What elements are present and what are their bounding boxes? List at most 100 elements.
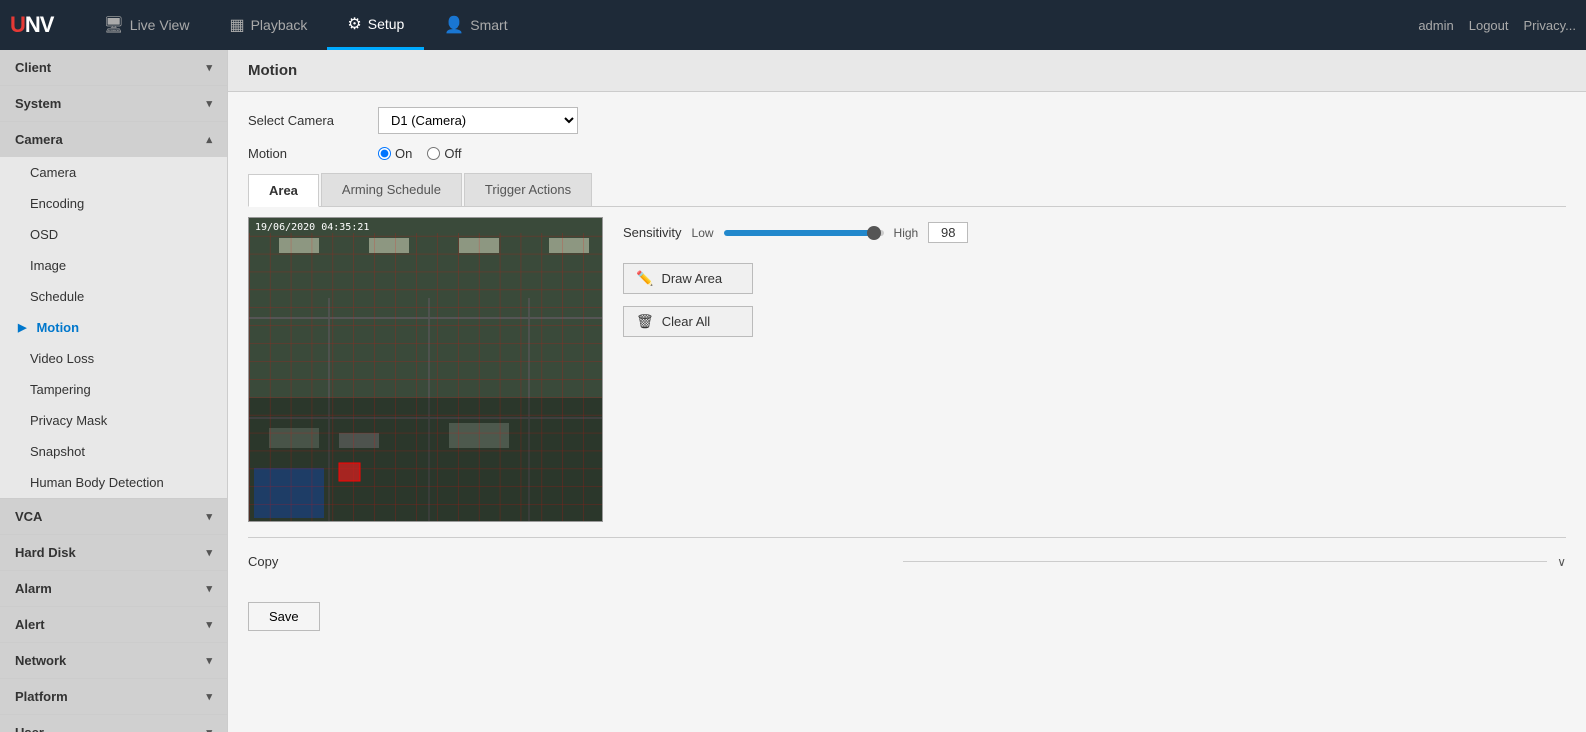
controls-panel: Sensitivity Low High 98 ✏️ Draw Area 🗑 xyxy=(623,217,1566,349)
sidebar-item-motion[interactable]: ▶ Motion xyxy=(0,312,227,343)
sidebar-section-vca: VCA ▾ xyxy=(0,499,227,535)
chevron-up-icon: ▴ xyxy=(206,133,212,146)
sidebar-item-schedule[interactable]: Schedule xyxy=(0,281,227,312)
sidebar-item-video-loss[interactable]: Video Loss xyxy=(0,343,227,374)
motion-off-text: Off xyxy=(444,146,461,161)
motion-on-text: On xyxy=(395,146,412,161)
sidebar-section-alarm-header[interactable]: Alarm ▾ xyxy=(0,571,227,606)
sidebar-vca-label: VCA xyxy=(15,509,42,524)
sidebar-section-alert: Alert ▾ xyxy=(0,607,227,643)
tab-trigger-actions[interactable]: Trigger Actions xyxy=(464,173,592,206)
nav-setup-label: Setup xyxy=(368,16,405,32)
nav-playback-label: Playback xyxy=(251,17,308,33)
nav-items: 🖥 Live View ▦ Playback ⚙ Setup 👤 Smart xyxy=(83,0,1418,50)
save-row: Save xyxy=(248,587,1566,631)
nav-smart[interactable]: 👤 Smart xyxy=(424,0,527,50)
sidebar-section-client-header[interactable]: Client ▾ xyxy=(0,50,227,85)
sidebar-item-human-body[interactable]: Human Body Detection xyxy=(0,467,227,498)
sensitivity-slider[interactable] xyxy=(724,230,884,236)
admin-label: admin xyxy=(1418,18,1453,33)
select-camera-label: Select Camera xyxy=(248,113,368,128)
motion-toggle-row: Motion On Off xyxy=(248,146,1566,161)
sidebar-item-image[interactable]: Image xyxy=(0,250,227,281)
tab-arming-label: Arming Schedule xyxy=(342,182,441,197)
nav-setup[interactable]: ⚙ Setup xyxy=(327,0,424,50)
sidebar-osd-label: OSD xyxy=(30,227,58,242)
sidebar-section-camera-header[interactable]: Camera ▴ xyxy=(0,122,227,157)
logout-button[interactable]: Logout xyxy=(1469,18,1509,33)
privacy-button[interactable]: Privacy... xyxy=(1524,18,1577,33)
draw-area-button[interactable]: ✏️ Draw Area xyxy=(623,263,753,294)
sidebar-camera-item-label: Camera xyxy=(30,165,76,180)
tab-arming-schedule[interactable]: Arming Schedule xyxy=(321,173,462,206)
copy-row[interactable]: Copy ∨ xyxy=(248,548,1566,575)
low-label: Low xyxy=(692,226,714,240)
video-background: 19/06/2020 04:35:21 xyxy=(249,218,602,521)
nav-live-view[interactable]: 🖥 Live View xyxy=(83,0,209,50)
motion-off-label[interactable]: Off xyxy=(427,146,461,161)
high-label: High xyxy=(894,226,919,240)
copy-label: Copy xyxy=(248,554,893,569)
content-body: Select Camera D1 (Camera) D2 D3 D4 Motio… xyxy=(228,92,1586,646)
sidebar-item-camera[interactable]: Camera xyxy=(0,157,227,188)
chevron-down-icon: ▾ xyxy=(206,654,212,667)
sidebar-camera-label: Camera xyxy=(15,132,63,147)
monitor-icon: 🖥 xyxy=(103,15,123,35)
setup-icon: ⚙ xyxy=(347,14,361,34)
chevron-down-icon: ▾ xyxy=(206,546,212,559)
tab-trigger-label: Trigger Actions xyxy=(485,182,571,197)
sensitivity-value: 98 xyxy=(928,222,968,243)
sidebar: Client ▾ System ▾ Camera ▴ Camera Encodi… xyxy=(0,50,228,732)
sidebar-section-alarm: Alarm ▾ xyxy=(0,571,227,607)
sidebar-motion-label: Motion xyxy=(36,320,79,335)
sidebar-section-system-header[interactable]: System ▾ xyxy=(0,86,227,121)
copy-divider xyxy=(903,561,1548,562)
motion-radio-group: On Off xyxy=(378,146,461,161)
motion-on-label[interactable]: On xyxy=(378,146,412,161)
chevron-down-icon: ▾ xyxy=(206,690,212,703)
sidebar-tampering-label: Tampering xyxy=(30,382,91,397)
page-title: Motion xyxy=(228,50,1586,92)
sidebar-hard-disk-label: Hard Disk xyxy=(15,545,76,560)
motion-on-radio[interactable] xyxy=(378,147,391,160)
sidebar-section-user-header[interactable]: User ▾ xyxy=(0,715,227,732)
copy-section: Copy ∨ xyxy=(248,537,1566,575)
chevron-down-icon: ▾ xyxy=(206,582,212,595)
sidebar-image-label: Image xyxy=(30,258,66,273)
sidebar-encoding-label: Encoding xyxy=(30,196,84,211)
motion-area-container: 19/06/2020 04:35:21 Sensitivity Low High… xyxy=(248,217,1566,522)
sidebar-section-alert-header[interactable]: Alert ▾ xyxy=(0,607,227,642)
tab-area[interactable]: Area xyxy=(248,174,319,207)
sidebar-item-privacy-mask[interactable]: Privacy Mask xyxy=(0,405,227,436)
sidebar-human-body-label: Human Body Detection xyxy=(30,475,164,490)
nav-playback[interactable]: ▦ Playback xyxy=(209,0,327,50)
sidebar-section-camera: Camera ▴ Camera Encoding OSD Image Sched… xyxy=(0,122,227,499)
motion-label: Motion xyxy=(248,146,368,161)
sidebar-snapshot-label: Snapshot xyxy=(30,444,85,459)
draw-area-label: Draw Area xyxy=(661,271,722,286)
sidebar-section-vca-header[interactable]: VCA ▾ xyxy=(0,499,227,534)
save-button[interactable]: Save xyxy=(248,602,320,631)
chevron-down-icon: ▾ xyxy=(206,510,212,523)
draw-icon: ✏️ xyxy=(636,270,653,287)
trash-icon: 🗑 xyxy=(636,313,654,330)
sensitivity-label: Sensitivity xyxy=(623,225,682,240)
motion-off-radio[interactable] xyxy=(427,147,440,160)
camera-select[interactable]: D1 (Camera) D2 D3 D4 xyxy=(378,107,578,134)
sidebar-item-encoding[interactable]: Encoding xyxy=(0,188,227,219)
sidebar-item-snapshot[interactable]: Snapshot xyxy=(0,436,227,467)
select-camera-row: Select Camera D1 (Camera) D2 D3 D4 xyxy=(248,107,1566,134)
sidebar-section-platform-header[interactable]: Platform ▾ xyxy=(0,679,227,714)
sidebar-section-platform: Platform ▾ xyxy=(0,679,227,715)
sidebar-item-osd[interactable]: OSD xyxy=(0,219,227,250)
sidebar-item-tampering[interactable]: Tampering xyxy=(0,374,227,405)
sidebar-camera-items: Camera Encoding OSD Image Schedule ▶ Mot… xyxy=(0,157,227,498)
chevron-down-icon: ▾ xyxy=(206,726,212,732)
sidebar-section-network-header[interactable]: Network ▾ xyxy=(0,643,227,678)
sidebar-section-hard-disk-header[interactable]: Hard Disk ▾ xyxy=(0,535,227,570)
chevron-down-icon: ▾ xyxy=(206,618,212,631)
nav-live-view-label: Live View xyxy=(130,17,190,33)
top-right-nav: admin Logout Privacy... xyxy=(1418,18,1576,33)
clear-all-button[interactable]: 🗑 Clear All xyxy=(623,306,753,337)
video-timestamp: 19/06/2020 04:35:21 xyxy=(255,222,369,233)
